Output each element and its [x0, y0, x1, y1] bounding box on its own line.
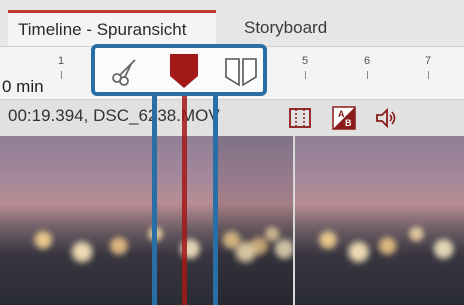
transition-ab-icon[interactable]: A B: [332, 106, 356, 130]
frame-crop-icon[interactable]: [288, 106, 312, 130]
ruler-tick: [305, 71, 306, 79]
clip-info-bar: 00:19.394, DSC_6238.MOV A B: [0, 99, 464, 137]
ruler-tick-label: 5: [302, 55, 309, 67]
frame-divider: [293, 136, 295, 305]
scissors-icon[interactable]: [111, 56, 141, 86]
clip-timecode: 00:19.394,: [8, 106, 89, 125]
ruler-tick: [367, 71, 368, 79]
video-frame: [216, 136, 294, 305]
svg-text:B: B: [345, 118, 352, 128]
tab-storyboard[interactable]: Storyboard: [234, 8, 374, 46]
split-icon[interactable]: [223, 55, 259, 89]
tab-timeline[interactable]: Timeline - Spuransicht: [8, 10, 216, 46]
highlight-vertical-frame: [152, 96, 218, 305]
ruler-tick: [428, 71, 429, 79]
video-frame: [294, 136, 464, 305]
svg-text:A: A: [338, 109, 345, 119]
tab-bar: Timeline - Spuransicht Storyboard: [0, 0, 464, 47]
ruler-tick-label: 6: [364, 55, 371, 67]
playhead-marker-icon[interactable]: [167, 52, 201, 92]
ruler-tick-label: 7: [425, 55, 432, 67]
video-track[interactable]: [0, 136, 464, 305]
ruler-tick: [61, 71, 62, 79]
speaker-icon[interactable]: [374, 106, 398, 130]
ruler-tick-label: 1: [58, 55, 65, 67]
highlight-toolbar-frame: [91, 44, 267, 96]
ruler-zero-label: 0 min: [2, 77, 44, 96]
